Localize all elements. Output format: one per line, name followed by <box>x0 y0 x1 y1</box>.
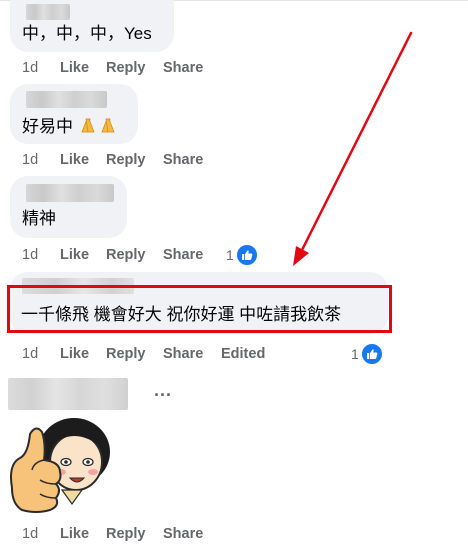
annotation-arrow <box>293 31 413 266</box>
